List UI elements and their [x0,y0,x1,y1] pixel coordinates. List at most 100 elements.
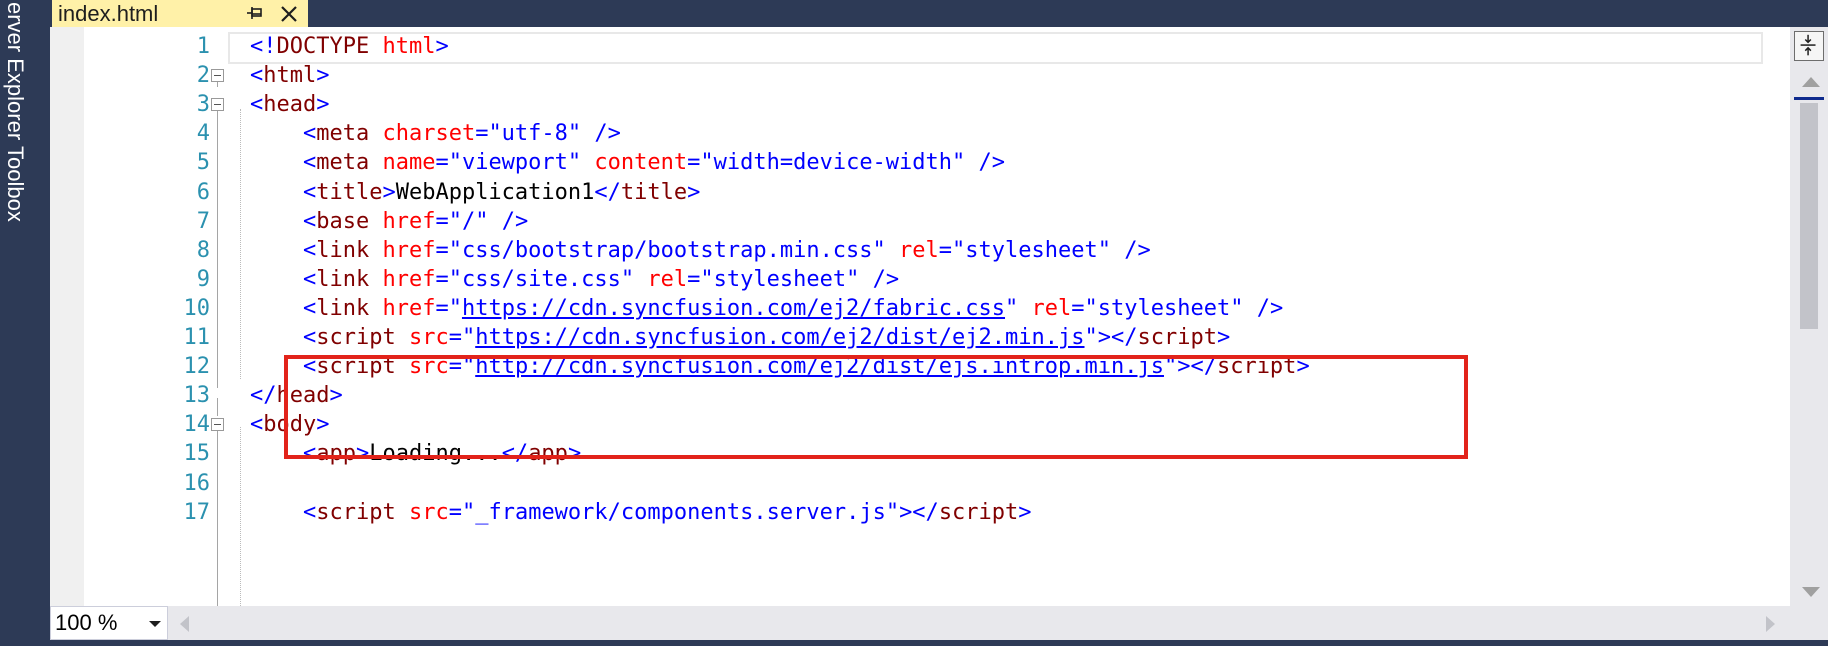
code-token: DOCTYPE [276,34,370,59]
scroll-left-arrow-icon[interactable] [180,616,189,632]
code-token: title [316,179,383,205]
close-icon[interactable] [278,3,300,25]
code-token: " [1005,295,1019,321]
code-token: = [435,237,449,263]
code-token: < [302,179,317,205]
pin-icon[interactable] [244,3,264,23]
code-token: rel [647,266,688,292]
code-token: "stylesheet" [700,266,860,292]
split-window-button[interactable] [1794,31,1824,61]
code-token: < [250,63,264,89]
code-token: /> [978,150,1006,176]
code-token: WebApplication1 [395,179,595,205]
code-token: = [475,121,489,147]
code-token: script [1137,325,1217,350]
code-token: content [594,150,688,176]
code-token: = [938,237,953,263]
tab-title: index.html [58,0,159,26]
code-token: "viewport" [448,150,582,176]
code-token: < [302,121,317,147]
code-token: "stylesheet" [952,237,1111,263]
toolbox-tab[interactable]: Toolbox [2,146,28,222]
collapse-toggle-icon[interactable] [211,418,224,432]
code-token: "css/bootstrap/bootstrap.min.css" [448,237,886,263]
code-token[interactable]: https://cdn.syncfusion.com/ej2/dist/ej2.… [475,325,1084,350]
code-token: link [316,237,370,263]
code-token: ></ [899,499,939,525]
server-explorer-tab[interactable]: erver Explorer [2,2,28,140]
code-token: < [302,325,317,350]
code-text: <script src="_framework/components.serve… [250,496,1032,530]
code-token: </ [250,383,277,409]
code-line[interactable]: 17 <script src="_framework/components.se… [50,496,1790,530]
code-token: > [382,179,396,205]
code-token: meta [316,121,370,147]
scroll-up-arrow-icon[interactable] [1802,77,1820,87]
code-token: "_framework/components.server.js" [461,499,900,525]
document-tab-strip: index.html [50,0,1828,27]
code-token: link [316,266,370,292]
code-token[interactable]: https://cdn.syncfusion.com/ej2/fabric.cs… [462,296,1005,321]
scrollbar-thumb[interactable] [1800,103,1818,329]
caret-position-marker [1794,97,1824,100]
code-editor[interactable]: 1 <!DOCTYPE html> 2 <html> 3 <head> 4 <meta ch… [50,27,1790,606]
code-token: < [302,208,317,234]
code-token: = [1071,295,1085,321]
code-token: "stylesheet" [1084,295,1244,321]
code-token: name [382,150,436,176]
collapse-toggle-icon[interactable] [211,69,224,83]
scroll-right-arrow-icon[interactable] [1766,616,1775,632]
code-token: < [302,295,317,321]
zoom-dropdown[interactable]: 100 % [50,606,168,640]
chevron-down-icon[interactable] [149,621,161,627]
scroll-down-arrow-icon[interactable] [1802,587,1820,597]
code-token: > [316,63,330,89]
annotation-highlight-box [284,355,1468,459]
collapse-toggle-icon[interactable] [211,98,224,112]
code-token: <! [250,34,277,59]
code-token: /> [872,266,900,292]
code-token: /> [1124,237,1151,263]
code-token: < [250,412,264,438]
code-token: title [620,179,688,205]
code-token: < [302,499,317,525]
window-bottom-border [0,640,1828,646]
code-token: head [263,92,317,118]
side-tool-rail: erver Explorer Toolbox [0,0,50,646]
code-token: < [302,266,317,292]
code-token: "/" [448,208,489,234]
code-token: =" [448,325,476,350]
code-token: =" [435,295,462,321]
split-icon [1800,34,1816,56]
editor-bottom-bar: 100 % [50,606,1828,640]
code-token: "utf-8" [488,121,582,147]
code-token: script [938,499,1019,525]
code-token: > [316,92,330,118]
code-token: = [687,266,701,292]
vertical-scrollbar[interactable] [1790,27,1828,606]
code-token: /> [501,208,529,234]
code-token: html [263,63,317,89]
code-token: href [382,208,436,234]
code-token: </ [594,179,621,205]
code-token: /> [594,121,621,147]
tab-index-html[interactable]: index.html [52,0,308,27]
